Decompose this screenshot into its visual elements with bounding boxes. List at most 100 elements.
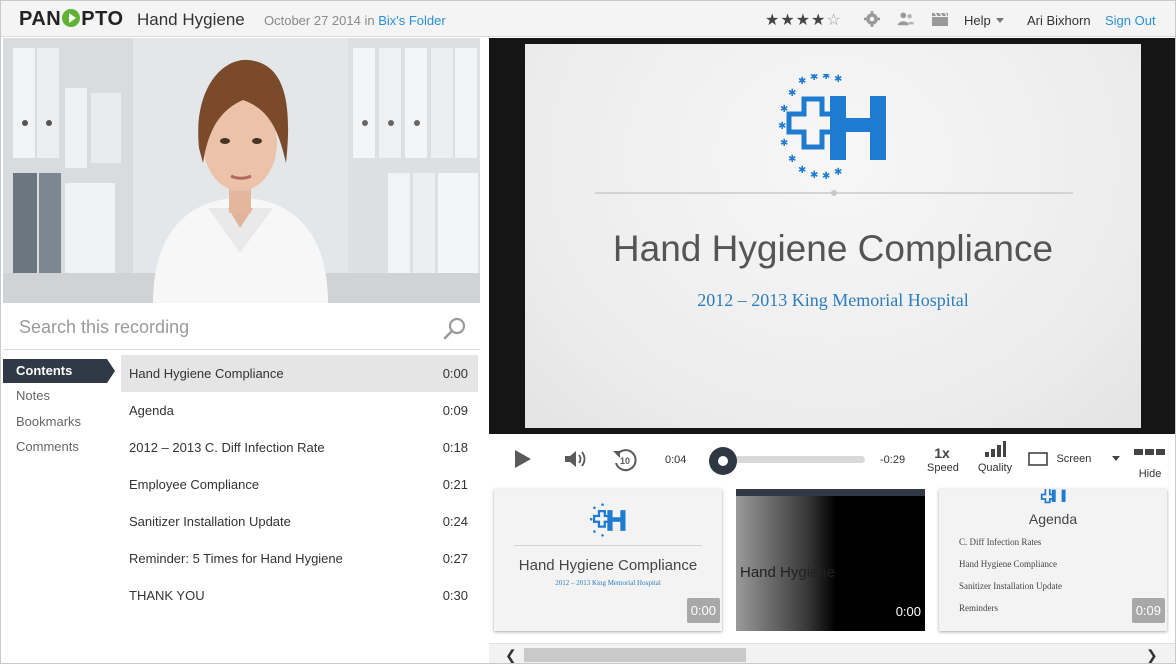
contents-row[interactable]: Employee Compliance 0:21 [121, 466, 478, 503]
slide-video[interactable]: ✱ ✱ ✱ ✱ ✱ ✱ ✱ ✱ ✱ ✱ ✱ ✱ ✱ Hand Hygiene Compliance … [489, 38, 1175, 434]
thumbnail-scrollbar[interactable]: ❮ ❯ [489, 643, 1175, 663]
nav-tab-contents[interactable]: Contents [3, 359, 115, 383]
contents-row[interactable]: Reminder: 5 Times for Hand Hygiene 0:27 [121, 540, 478, 577]
logo-text-start: PAN [19, 8, 62, 30]
logo-text-end: PTO [81, 8, 124, 30]
screen-label: Screen [1056, 452, 1092, 465]
thumb-bullet: C. Diff Infection Rates [959, 537, 1042, 547]
row-time: 0:30 [442, 588, 468, 603]
hospital-logo-icon: ✱ ✱ ✱ ✱ ✱✱✱✱ ✱✱ ✱ ✱ ✱ [778, 74, 886, 179]
screen-icon [1028, 451, 1048, 466]
presenter-video[interactable] [3, 38, 480, 303]
folder-link[interactable]: Bix's Folder [378, 13, 446, 28]
speed-value: 1x [934, 445, 950, 461]
star-empty-icon: ☆ [826, 12, 842, 29]
slide-subtitle: 2012 – 2013 King Memorial Hospital [697, 290, 969, 310]
play-logo-icon [62, 9, 81, 27]
scroll-right-icon[interactable]: ❯ [1146, 647, 1158, 663]
progress-handle[interactable] [708, 447, 737, 475]
recording-date: October 27 2014 [264, 13, 361, 28]
search-input[interactable] [19, 314, 419, 340]
slide-thumbnail[interactable]: Hand Hygiene Compliance 2012 – 2013 King… [494, 489, 722, 631]
thumb-title: Agenda [1028, 511, 1078, 527]
svg-text:✱: ✱ [798, 165, 806, 176]
star-rating[interactable]: ★★★★☆ [765, 10, 842, 30]
svg-text:✱: ✱ [822, 74, 830, 82]
rewind-10-icon[interactable]: 10 [612, 447, 638, 473]
signal-bars-icon [985, 441, 1006, 457]
svg-text:✱: ✱ [810, 74, 818, 83]
row-title: Sanitizer Installation Update [129, 514, 291, 529]
row-title: Hand Hygiene Compliance [129, 366, 284, 381]
contents-row[interactable]: Sanitizer Installation Update 0:24 [121, 503, 478, 540]
thumb-subtitle: 2012 – 2013 King Memorial Hospital [555, 579, 661, 587]
recording-meta: October 27 2014 in Bix's Folder [264, 13, 446, 28]
row-time: 0:09 [442, 403, 468, 418]
help-menu[interactable]: Help [964, 13, 1004, 28]
user-name: Ari Bixhorn [1027, 13, 1091, 28]
scrollbar-thumb[interactable] [524, 648, 746, 662]
star-filled-icons: ★★★★ [765, 12, 827, 29]
quality-control[interactable]: Quality [973, 441, 1017, 474]
contents-row[interactable]: Hand Hygiene Compliance 0:00 [121, 355, 478, 392]
row-title: 2012 – 2013 C. Diff Infection Rate [129, 440, 325, 455]
help-label: Help [964, 13, 991, 28]
svg-text:✱: ✱ [810, 170, 818, 179]
row-title: Employee Compliance [129, 477, 260, 492]
hide-thumbnails-button[interactable]: Hide [1132, 445, 1168, 480]
svg-text:✱: ✱ [834, 74, 842, 85]
svg-text:✱: ✱ [780, 138, 788, 149]
speed-control[interactable]: 1x Speed [927, 445, 959, 474]
slide-divider-dot [831, 190, 837, 196]
svg-text:✱: ✱ [822, 171, 830, 179]
thumb-title: Hand Hygiene Compliance [518, 557, 698, 574]
sign-out-link[interactable]: Sign Out [1105, 13, 1156, 28]
search-icon[interactable] [443, 316, 467, 340]
contents-row[interactable]: 2012 – 2013 C. Diff Infection Rate 0:18 [121, 429, 478, 466]
elapsed-time: 0:04 [665, 454, 687, 466]
hospital-logo-icon [1040, 489, 1066, 504]
panopto-logo[interactable]: PAN PTO [19, 8, 124, 31]
gear-icon[interactable] [863, 11, 881, 27]
thumb-timestamp: 0:00 [895, 604, 921, 619]
nav-tab-notes[interactable]: Notes [3, 383, 115, 409]
row-time: 0:21 [442, 477, 468, 492]
share-people-icon[interactable] [897, 11, 915, 27]
play-icon[interactable] [513, 449, 533, 469]
svg-text:✱: ✱ [788, 88, 796, 99]
thumb-title: Hand Hygiene [740, 564, 836, 581]
thumb-bullet: Sanitizer Installation Update [959, 581, 1062, 591]
app-window: PAN PTO Hand Hygiene October 27 2014 in B… [0, 0, 1176, 664]
progress-track[interactable] [715, 456, 865, 463]
slide-thumbnail[interactable]: Hand Hygiene 0:00 [736, 489, 925, 631]
in-word: in [360, 13, 379, 28]
chevron-down-icon [1111, 456, 1120, 462]
row-time: 0:24 [442, 514, 468, 529]
contents-row[interactable]: THANK YOU 0:30 [121, 577, 478, 614]
contents-row[interactable]: Agenda 0:09 [121, 392, 478, 429]
screen-layout-select[interactable]: Screen [1028, 450, 1120, 468]
top-bar: PAN PTO Hand Hygiene October 27 2014 in B… [1, 1, 1175, 37]
volume-icon[interactable] [564, 449, 590, 469]
thumb-divider [514, 545, 702, 546]
scroll-left-icon[interactable]: ❮ [505, 647, 517, 663]
clapperboard-icon[interactable] [931, 11, 949, 27]
nav-tab-comments[interactable]: Comments [3, 434, 115, 460]
slide-thumbnail[interactable]: Agenda C. Diff Infection Rates Hand Hygi… [939, 489, 1167, 631]
nav-tab-bookmarks[interactable]: Bookmarks [3, 409, 115, 435]
remaining-time: -0:29 [880, 454, 906, 466]
row-title: Reminder: 5 Times for Hand Hygiene [129, 551, 343, 566]
thumbnail-strip: Hand Hygiene Compliance 2012 – 2013 King… [489, 487, 1175, 643]
slide-frame: ✱ ✱ ✱ ✱ ✱ ✱ ✱ ✱ ✱ ✱ ✱ ✱ ✱ Hand Hygiene Compliance … [525, 44, 1141, 428]
svg-text:✱: ✱ [834, 167, 842, 178]
row-time: 0:18 [442, 440, 468, 455]
slide-title: Hand Hygiene Compliance [612, 228, 1054, 269]
speed-label: Speed [927, 462, 959, 474]
thumb-timestamp: 0:09 [1131, 598, 1165, 623]
quality-label: Quality [977, 462, 1013, 474]
chevron-down-icon [995, 18, 1004, 23]
side-nav: Contents Notes Bookmarks Comments [3, 359, 115, 460]
row-time: 0:27 [442, 551, 468, 566]
search-bar [3, 304, 480, 350]
contents-list: Hand Hygiene Compliance 0:00 Agenda 0:09 2… [121, 355, 478, 614]
